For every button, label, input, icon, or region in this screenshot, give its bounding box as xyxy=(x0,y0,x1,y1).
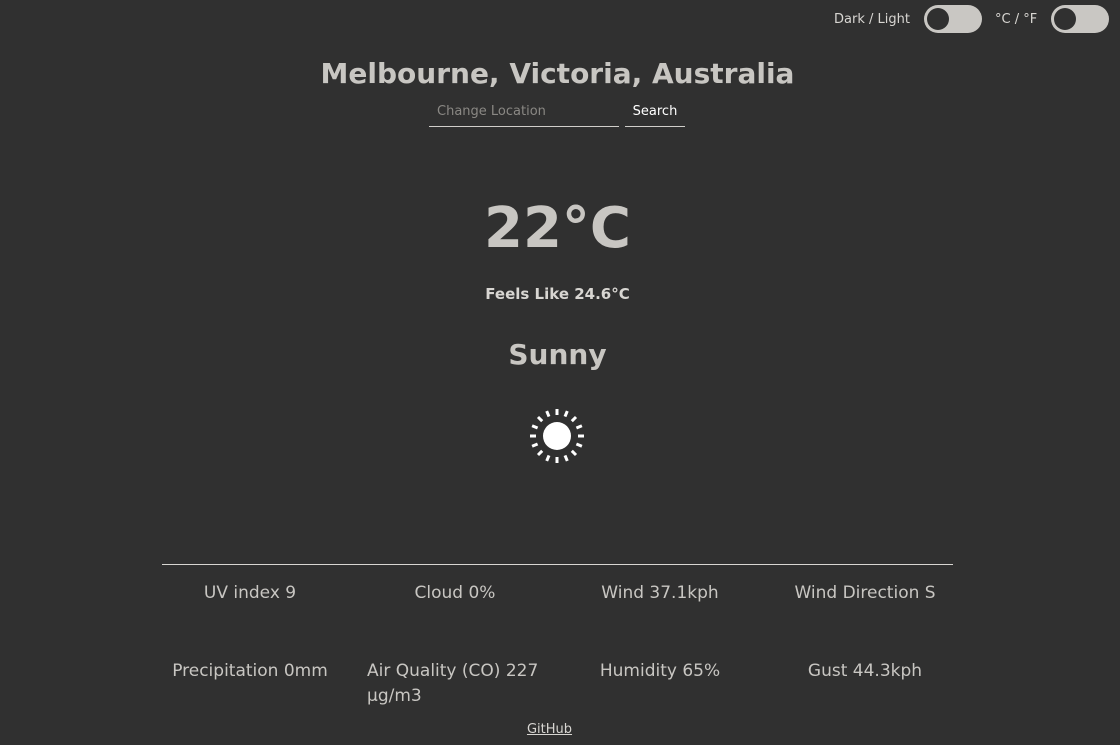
units-toggle-label: °C / °F xyxy=(995,11,1038,27)
cloud-stat: Cloud 0% xyxy=(414,583,496,603)
weather-app: Dark / Light °C / °F Melbourne, Victoria… xyxy=(0,0,1120,745)
search-form: Search xyxy=(429,96,685,127)
theme-toggle-switch[interactable] xyxy=(923,5,982,33)
units-toggle-group: °C / °F xyxy=(995,5,1110,33)
weather-condition: Sunny xyxy=(508,338,607,371)
gust-stat: Gust 44.3kph xyxy=(807,661,923,681)
stats-divider xyxy=(162,564,953,565)
theme-toggle-knob xyxy=(926,8,949,30)
units-toggle-switch[interactable] xyxy=(1051,5,1110,33)
github-link[interactable]: GitHub xyxy=(0,722,1099,737)
air-quality-stat: Air Quality (CO) 227 µg/m3 xyxy=(367,661,539,706)
wind-direction-stat: Wind Direction S xyxy=(794,583,936,603)
location-title: Melbourne, Victoria, Australia xyxy=(320,57,795,90)
location-search-input[interactable] xyxy=(429,97,619,127)
feels-like-temperature: Feels Like 24.6°C xyxy=(485,285,630,303)
humidity-stat: Humidity 65% xyxy=(599,661,721,681)
wind-stat: Wind 37.1kph xyxy=(601,583,719,603)
uv-index-stat: UV index 9 xyxy=(203,583,297,603)
precipitation-stat: Precipitation 0mm xyxy=(172,661,328,681)
sun-icon xyxy=(530,409,584,463)
current-temperature: 22°C xyxy=(483,196,632,261)
search-button[interactable]: Search xyxy=(625,96,685,127)
theme-toggle-label: Dark / Light xyxy=(834,11,910,27)
theme-toggle-group: Dark / Light xyxy=(834,5,982,33)
units-toggle-knob xyxy=(1054,8,1077,30)
